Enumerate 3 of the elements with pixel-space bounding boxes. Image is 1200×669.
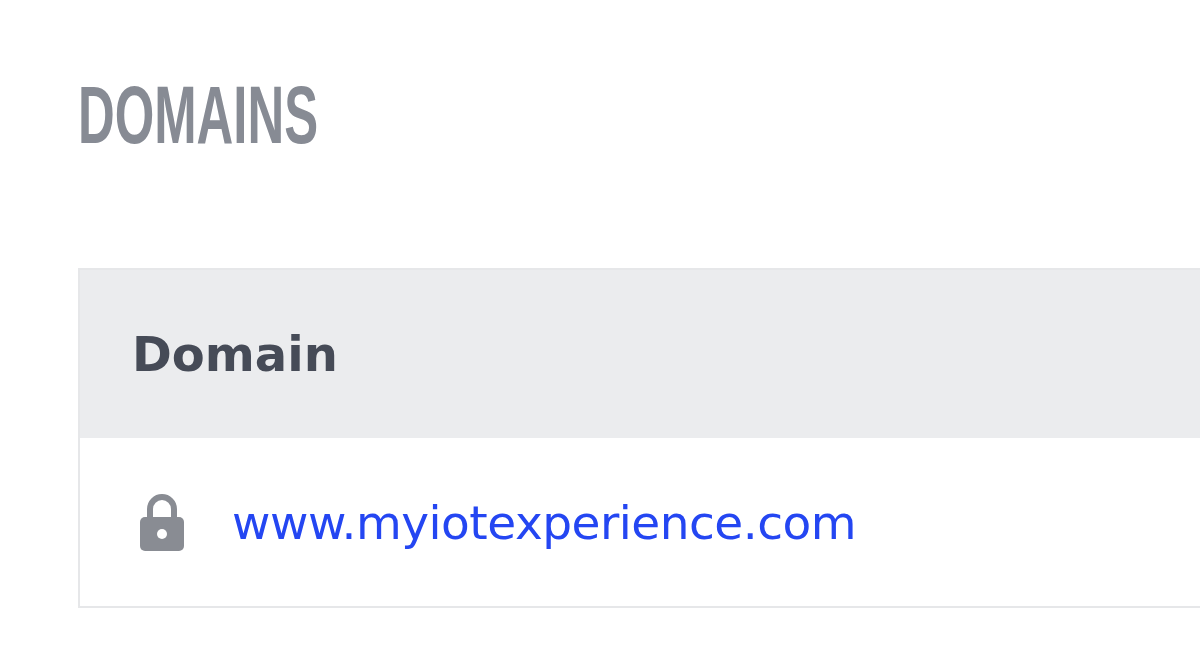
column-header: Domain bbox=[132, 326, 338, 382]
page-heading: DOMAINS bbox=[78, 78, 319, 152]
domain-link[interactable]: www.myiotexperience.com bbox=[232, 494, 857, 550]
